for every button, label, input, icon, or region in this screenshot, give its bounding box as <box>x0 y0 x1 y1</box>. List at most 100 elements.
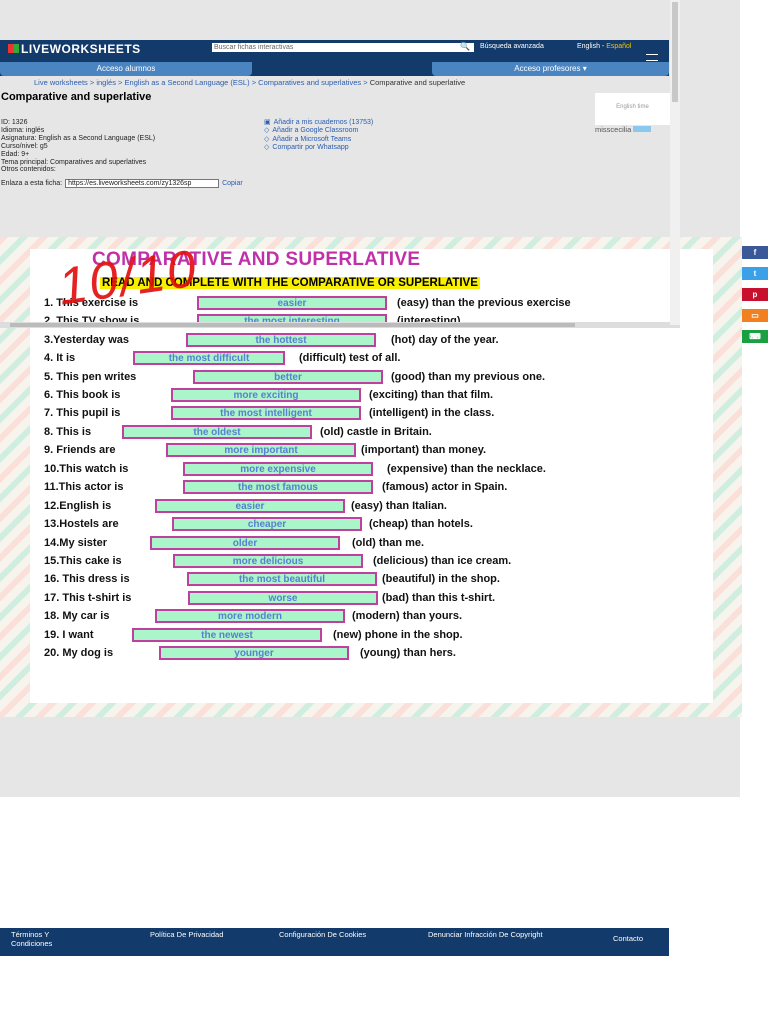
tab-teachers[interactable]: Acceso profesores ▾ <box>432 62 669 76</box>
meta-language: Idioma: inglés <box>1 126 45 134</box>
answer-input[interactable]: the most famous <box>183 480 373 494</box>
breadcrumb-link[interactable]: Comparatives and superlatives <box>258 78 361 87</box>
worksheet-link: Enlaza a esta ficha: https://es.liveworks… <box>1 179 243 188</box>
language-switch[interactable]: English - Español <box>577 43 631 50</box>
whatsapp-share-link[interactable]: ◇ Compartir por Whatsapp <box>264 144 373 152</box>
answer-input[interactable]: more modern <box>155 609 345 623</box>
answer-input[interactable]: more delicious <box>173 554 363 568</box>
menu-icon[interactable] <box>646 54 658 61</box>
meta-level: Curso/nivel: g5 <box>1 142 48 150</box>
logo-text: LIVEWORKSHEETS <box>21 42 141 56</box>
answer-input[interactable]: easier <box>155 499 345 513</box>
pinterest-icon[interactable]: p <box>742 288 768 301</box>
flag-icon <box>633 126 652 132</box>
answer-input[interactable]: the hottest <box>186 333 376 347</box>
tab-students[interactable]: Acceso alumnos <box>0 62 252 76</box>
meta-age: Edad: 9+ <box>1 150 30 158</box>
question-prefix: 12.English is <box>44 500 112 512</box>
search-input[interactable]: Buscar fichas interactivas 🔍 <box>212 42 474 52</box>
question-prefix: 10.This watch is <box>44 463 129 475</box>
answer-input[interactable]: younger <box>159 646 349 660</box>
answer-input[interactable]: more exciting <box>171 388 361 402</box>
question-prefix: 3.Yesterday was <box>44 334 130 346</box>
meta-other: Otros contenidos: <box>1 166 56 174</box>
horizontal-scrollbar[interactable] <box>0 322 680 328</box>
worksheet-actions: ▣ Añadir a mis cuadernos (13753) ◇ Añadir … <box>264 119 373 152</box>
copy-button[interactable]: Copiar <box>222 180 243 187</box>
breadcrumb-link[interactable]: Live worksheets <box>34 78 88 87</box>
question-prefix: 11.This actor is <box>44 481 124 493</box>
action-label: Añadir a Google Classroom <box>272 127 359 135</box>
question-prefix: 19. I want <box>44 629 94 641</box>
question-prefix: 8. This is <box>44 426 92 438</box>
question-suffix: (modern) than yours. <box>352 610 463 622</box>
answer-input[interactable]: the newest <box>132 628 322 642</box>
footer-cookies-link[interactable]: Configuración De Cookies <box>279 930 379 940</box>
breadcrumb-link[interactable]: English as a Second Language (ESL) <box>125 78 250 87</box>
answer-input[interactable]: the most difficult <box>133 351 285 365</box>
answer-input[interactable]: older <box>150 536 340 550</box>
answer-input[interactable]: more important <box>166 443 356 457</box>
vertical-scrollbar[interactable] <box>670 0 680 325</box>
question-suffix: (easy) than Italian. <box>351 500 447 512</box>
question-suffix: (delicious) than ice cream. <box>373 555 512 567</box>
question-suffix: (old) than me. <box>352 537 425 549</box>
share-icon: ◇ <box>264 127 270 135</box>
question-prefix: 16. This dress is <box>44 573 130 585</box>
logo-icon <box>8 44 19 53</box>
twitter-icon[interactable]: t <box>742 267 768 280</box>
microsoft-teams-link[interactable]: ◇ Añadir a Microsoft Teams <box>264 136 373 144</box>
question-suffix: (exciting) than that film. <box>369 389 494 401</box>
answer-input[interactable]: the oldest <box>122 425 312 439</box>
author[interactable]: misscecilia <box>595 125 652 134</box>
answer-input[interactable]: more expensive <box>183 462 373 476</box>
question-suffix: (old) castle in Britain. <box>320 426 432 438</box>
answer-input[interactable]: cheaper <box>172 517 362 531</box>
answer-input[interactable]: the most intelligent <box>171 406 361 420</box>
answer-input[interactable]: worse <box>188 591 378 605</box>
print-icon[interactable]: ▭ <box>742 309 768 322</box>
scrollbar-thumb[interactable] <box>672 2 678 102</box>
worksheet-meta: ID: 1326 Idioma: inglés Asignatura: Engl… <box>1 119 155 174</box>
worksheet-thumbnail[interactable]: English time <box>595 93 670 125</box>
question-suffix: (hot) day of the year. <box>391 334 499 346</box>
footer-privacy-link[interactable]: Política De Privacidad <box>150 930 225 940</box>
author-name[interactable]: misscecilia <box>595 125 631 134</box>
question-suffix: (new) phone in the shop. <box>333 629 463 641</box>
search-icon[interactable]: 🔍 <box>460 42 470 51</box>
meta-id: ID: 1326 <box>1 119 28 126</box>
answer-input[interactable]: better <box>193 370 383 384</box>
scrollbar-thumb[interactable] <box>10 323 575 327</box>
answer-input[interactable]: the most beautiful <box>187 572 377 586</box>
lang-english[interactable]: English - <box>577 43 606 50</box>
footer-contact-link[interactable]: Contacto <box>613 934 643 944</box>
footer-report-link[interactable]: Denunciar Infracción De Copyright <box>428 930 558 940</box>
lang-spanish[interactable]: Español <box>606 43 631 50</box>
question-prefix: 13.Hostels are <box>44 518 119 530</box>
question-suffix: (good) than my previous one. <box>391 371 546 383</box>
question-suffix: (bad) than this t-shirt. <box>382 592 496 604</box>
footer-terms-link[interactable]: Términos Y Condiciones <box>11 930 91 948</box>
facebook-icon[interactable]: f <box>742 246 768 259</box>
advanced-search-link[interactable]: Búsqueda avanzada <box>480 43 544 50</box>
add-to-notebooks-link[interactable]: ▣ Añadir a mis cuadernos (13753) <box>264 119 373 127</box>
logo[interactable]: LIVEWORKSHEETS <box>8 42 141 56</box>
footer: Términos Y Condiciones Política De Priva… <box>0 928 669 956</box>
question-prefix: 14.My sister <box>44 537 107 549</box>
answer-input[interactable]: easier <box>197 296 387 310</box>
link-label: Enlaza a esta ficha: <box>1 180 63 187</box>
link-input[interactable]: https://es.liveworksheets.com/zy1326sp <box>65 179 220 188</box>
question-suffix: (easy) than the previous exercise <box>397 297 571 309</box>
question-suffix: (difficult) test of all. <box>299 352 401 364</box>
google-classroom-link[interactable]: ◇ Añadir a Google Classroom <box>264 127 373 135</box>
breadcrumb-current: Comparative and superlative <box>369 78 466 87</box>
chevron-down-icon: ▾ <box>582 64 587 73</box>
meta-topic: Tema principal: Comparatives and superla… <box>1 158 147 166</box>
breadcrumb-link[interactable]: inglés <box>96 78 116 87</box>
question-suffix: (famous) actor in Spain. <box>382 481 508 493</box>
tab-teachers-label: Acceso profesores <box>514 64 581 73</box>
action-label: Añadir a Microsoft Teams <box>272 135 352 143</box>
keyboard-icon[interactable]: ⌨ <box>742 330 768 343</box>
question-prefix: 7. This pupil is <box>44 407 121 419</box>
meta-subject: Asignatura: English as a Second Language… <box>1 134 156 142</box>
